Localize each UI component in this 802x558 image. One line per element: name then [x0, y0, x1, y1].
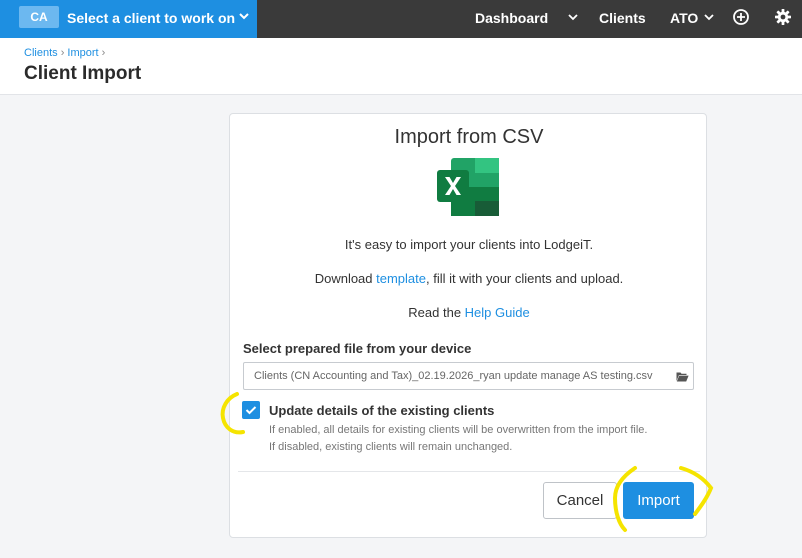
page-header: Clients › Import › Client Import — [0, 38, 802, 95]
update-existing-checkbox[interactable] — [242, 401, 260, 419]
intro-text: It's easy to import your clients into Lo… — [344, 237, 594, 252]
help-guide-line: Read the Help Guide — [230, 305, 708, 320]
update-existing-label[interactable]: Update details of the existing clients — [269, 403, 494, 418]
top-navbar: CA Select a client to work on Dashboard … — [0, 0, 802, 38]
client-selector[interactable]: CA Select a client to work on — [0, 0, 257, 38]
download-instructions: Download template, fill it with your cli… — [230, 271, 708, 286]
nav-ato[interactable]: ATO — [670, 10, 698, 26]
nav-dashboard[interactable]: Dashboard — [475, 10, 548, 26]
divider — [238, 471, 700, 472]
chevron-down-icon[interactable] — [703, 11, 715, 23]
chevron-down-icon — [239, 13, 249, 20]
template-link[interactable]: template — [376, 271, 426, 286]
breadcrumb: Clients › Import › — [24, 47, 105, 59]
page-title: Client Import — [24, 63, 142, 84]
download-prefix: Download — [314, 271, 377, 286]
check-icon — [245, 406, 257, 415]
file-label: Select prepared file from your device — [243, 341, 472, 356]
client-badge: CA — [19, 6, 59, 28]
breadcrumb-separator: › — [60, 47, 65, 59]
cancel-button[interactable]: Cancel — [543, 482, 617, 519]
update-help-disabled: If disabled, existing clients will remai… — [269, 441, 513, 453]
card-title: Import from CSV — [394, 126, 544, 148]
excel-icon — [437, 158, 499, 216]
file-input-value: Clients (CN Accounting and Tax)_02.19.20… — [254, 370, 653, 382]
import-button[interactable]: Import — [623, 482, 694, 519]
update-help-enabled: If enabled, all details for existing cli… — [269, 424, 648, 436]
nav-clients[interactable]: Clients — [599, 10, 646, 26]
breadcrumb-import[interactable]: Import — [67, 47, 98, 59]
add-circle-icon[interactable] — [732, 8, 750, 26]
breadcrumb-clients[interactable]: Clients — [24, 47, 58, 59]
download-suffix: , fill it with your clients and upload. — [426, 271, 624, 286]
folder-open-icon[interactable] — [676, 371, 689, 382]
chevron-down-icon[interactable] — [567, 11, 579, 23]
client-selector-label: Select a client to work on — [67, 10, 236, 26]
import-card: Import from CSV It's easy to import your… — [229, 113, 707, 538]
gear-icon[interactable] — [774, 8, 792, 26]
file-input[interactable]: Clients (CN Accounting and Tax)_02.19.20… — [243, 362, 694, 390]
help-guide-link[interactable]: Help Guide — [465, 305, 530, 320]
breadcrumb-separator: › — [101, 47, 106, 59]
read-prefix: Read the — [408, 305, 465, 320]
